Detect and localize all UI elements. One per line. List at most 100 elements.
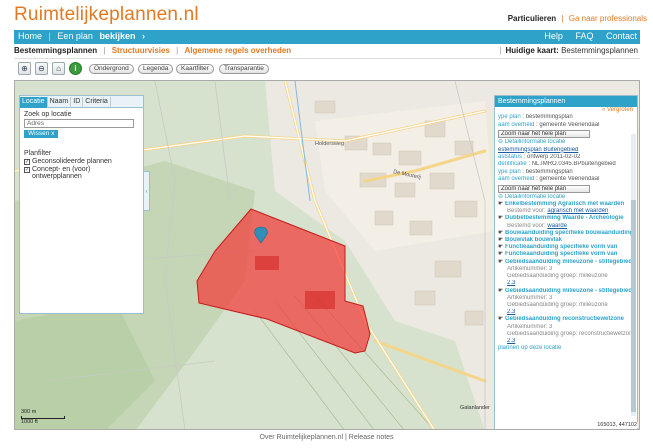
nav-home[interactable]: Home [18, 31, 42, 41]
info-row: ype plan : bestemmingsplan [498, 168, 573, 175]
list-item-sub: Gebiedsaanduiding groep: milieuzone [507, 273, 608, 280]
nav-divider: | [48, 31, 51, 41]
search-panel: Locatie Naam ID Criteria Zoek op locatie Ad… [19, 95, 144, 314]
filter-geconsolideerd[interactable]: ✓ Geconsolideerde plannen [24, 158, 139, 165]
nav-plan-bekijken[interactable]: Een plan bekijken › [57, 31, 149, 41]
search-tabs: Locatie Naam ID Criteria [20, 96, 143, 108]
professionals-link[interactable]: Ga naar professionals [569, 14, 647, 23]
page: Ruimtelijkeplannen.nl Particulieren | Ga… [0, 0, 653, 448]
tab-bestemmingsplannen[interactable]: Bestemmingsplannen [14, 46, 97, 55]
map-label-holdersweg: Holdersweg [315, 141, 344, 147]
nav-help[interactable]: Help [544, 31, 563, 41]
detail-toggle[interactable]: ⊖ Detailinformatie locatie [495, 194, 637, 201]
zoom-out-icon[interactable]: ⊖ [35, 62, 48, 75]
zoom-plan-button[interactable]: Zoom naar het hele plan [498, 184, 590, 193]
info-row: dentificatie : NL.IMRO.0345.BPbuitengebi… [498, 161, 616, 168]
list-item-sub: Artikelnummer: 3 [507, 294, 553, 301]
pointer-icon: ☛ [498, 251, 504, 258]
particulieren-label: Particulieren [507, 14, 557, 23]
site-header: Ruimtelijkeplannen.nl Particulieren | Ga… [0, 0, 653, 30]
list-item-sub: 2.3 [507, 337, 516, 344]
legenda-button[interactable]: Legenda [138, 64, 174, 74]
map-toolbar: ⊕ ⊖ ⌂ i Ondergrond Legenda Kaartfilter T… [14, 61, 640, 79]
info-row: aststatus : ontwerp 2011-02-02 [498, 154, 581, 161]
site-logo[interactable]: Ruimtelijkeplannen.nl [14, 4, 199, 26]
checkbox-checked-icon: ✓ [24, 159, 30, 165]
current-map-value: Bestemmingsplannen [561, 46, 638, 55]
collapse-panel-handle[interactable]: ‹ [144, 171, 150, 211]
scale-feet: 1000 ft [21, 419, 38, 425]
tab-structuurvisies[interactable]: Structuurvisies [112, 46, 170, 55]
scale-bar: 300 m 1000 ft [21, 409, 65, 425]
plan-info-panel: Bestemmingsplannen « Vergroten ype plan … [494, 95, 638, 429]
main-nav: Home | Een plan bekijken › Help FAQ Cont… [14, 30, 640, 44]
plannen-locatie-link[interactable]: plannen op deze locatie [495, 345, 637, 352]
info-icon[interactable]: i [69, 62, 82, 75]
wissen-label: Wissen [28, 130, 50, 137]
tab-id[interactable]: ID [71, 97, 84, 108]
tab-algemene-regels[interactable]: Algemene regels overheden [184, 46, 291, 55]
zoom-in-icon[interactable]: ⊕ [18, 62, 31, 75]
info-row: aam overheid : gemeente Veenendaal [498, 121, 600, 128]
filter-concept-line2: ontwerpplannen [32, 173, 82, 180]
tab-locatie[interactable]: Locatie [20, 97, 48, 108]
planfilter-label: Planfilter [24, 150, 52, 157]
footer-links[interactable]: Over Ruimtelijkeplannen.nl | Release not… [0, 434, 653, 441]
nav-contact[interactable]: Contact [606, 31, 637, 41]
full-extent-icon[interactable]: ⌂ [52, 62, 65, 75]
map-viewport[interactable]: Holdersweg De Mouterij Locatie Naam ID Crit… [14, 80, 640, 430]
list-item-sub: Bestemd voor: waarde [507, 222, 568, 229]
chevron-right-icon: › [141, 31, 145, 41]
pointer-icon: ☛ [498, 229, 504, 236]
list-item[interactable]: ☛ Enkelbestemming Agrarisch met waarden [495, 201, 637, 208]
filter-concept[interactable]: ✓ Concept- en (voor) ontwerpplannen [24, 166, 139, 180]
checkbox-checked-icon: ✓ [24, 167, 30, 173]
address-search-input[interactable]: Adres [24, 119, 134, 128]
ondergrond-button[interactable]: Ondergrond [89, 64, 134, 74]
close-icon: x [51, 130, 55, 137]
zoom-plan-button[interactable]: Zoom naar het hele plan [498, 130, 590, 139]
list-item[interactable]: ☛ Dubbelbestemming Waarde - Archeologie [495, 215, 637, 222]
list-item[interactable]: ☛ Functieaanduiding specifieke vorm van [495, 244, 637, 251]
plan-link[interactable]: estemmingsplan Buitengebied [495, 147, 637, 154]
list-item-sub: Artikelnummer: 3 [507, 323, 553, 330]
filter-concept-line1: Concept- en (voor) [32, 166, 91, 173]
list-item[interactable]: ☛ Gebiedsaanduiding milieuzone - stiltege… [495, 288, 637, 295]
map-type-tabs: Bestemmingsplannen | Structuurvisies | A… [14, 46, 640, 59]
list-item[interactable]: ☛ Bouwvlak bouwvlak [495, 237, 637, 244]
list-item-sub: Bestemd voor: agrarisch met waarden [507, 208, 609, 215]
nav-faq[interactable]: FAQ [575, 31, 593, 41]
detail-toggle[interactable]: ⊖ Detailinformatie locatie [495, 139, 637, 146]
pointer-icon: ☛ [498, 201, 504, 208]
tab-naam[interactable]: Naam [48, 97, 72, 108]
list-item-sub: 2.3 [507, 309, 516, 316]
coordinate-readout: 165013, 447102 [596, 422, 638, 428]
list-item-sub: Gebiedsaanduiding groep: milieuzone [507, 301, 608, 308]
plan-info-title: Bestemmingsplannen [495, 96, 637, 107]
audience-switch: Particulieren | Ga naar professionals [508, 14, 647, 23]
scale-meters: 300 m [21, 409, 37, 415]
nav-plan-prefix: Een plan [57, 31, 93, 41]
current-map: | Huidige kaart: Bestemmingsplannen [499, 46, 638, 55]
transparantie-button[interactable]: Transparantie [219, 64, 269, 74]
list-item[interactable]: ☛ Functieaanduiding specifieke vorm van [495, 251, 637, 258]
wissen-button[interactable]: Wissen x [24, 130, 59, 138]
vergroten-link[interactable]: « Vergroten [495, 107, 637, 114]
search-label: Zoek op locatie [24, 111, 72, 118]
audience-separator: | [561, 14, 564, 23]
tab-pipe-2: | [176, 46, 179, 55]
list-item-sub: Gebiedsaanduiding groep: reconstructiewe… [507, 330, 636, 337]
current-map-pipe: | [499, 46, 502, 55]
list-item[interactable]: ☛ Gebiedsaanduiding milieuzone - stiltege… [495, 259, 637, 266]
kaartfilter-button[interactable]: Kaartfilter [176, 64, 214, 74]
pointer-icon: ☛ [498, 237, 504, 244]
filter-geconsolideerd-label: Geconsolideerde plannen [32, 158, 112, 165]
filter-concept-label: Concept- en (voor) ontwerpplannen [32, 166, 90, 180]
list-item[interactable]: ☛ Bouwaanduiding specifieke bouwaanduidin… [495, 230, 637, 237]
nav-plan-bold: bekijken [99, 31, 136, 41]
pointer-icon: ☛ [498, 244, 504, 251]
map-label-galanlander: Galanlander [460, 405, 490, 411]
list-item[interactable]: ☛ Gebiedsaanduiding reconstructiewetzone [495, 316, 637, 323]
panel-scrollbar-thumb[interactable] [631, 200, 636, 412]
tab-criteria[interactable]: Criteria [83, 97, 111, 108]
